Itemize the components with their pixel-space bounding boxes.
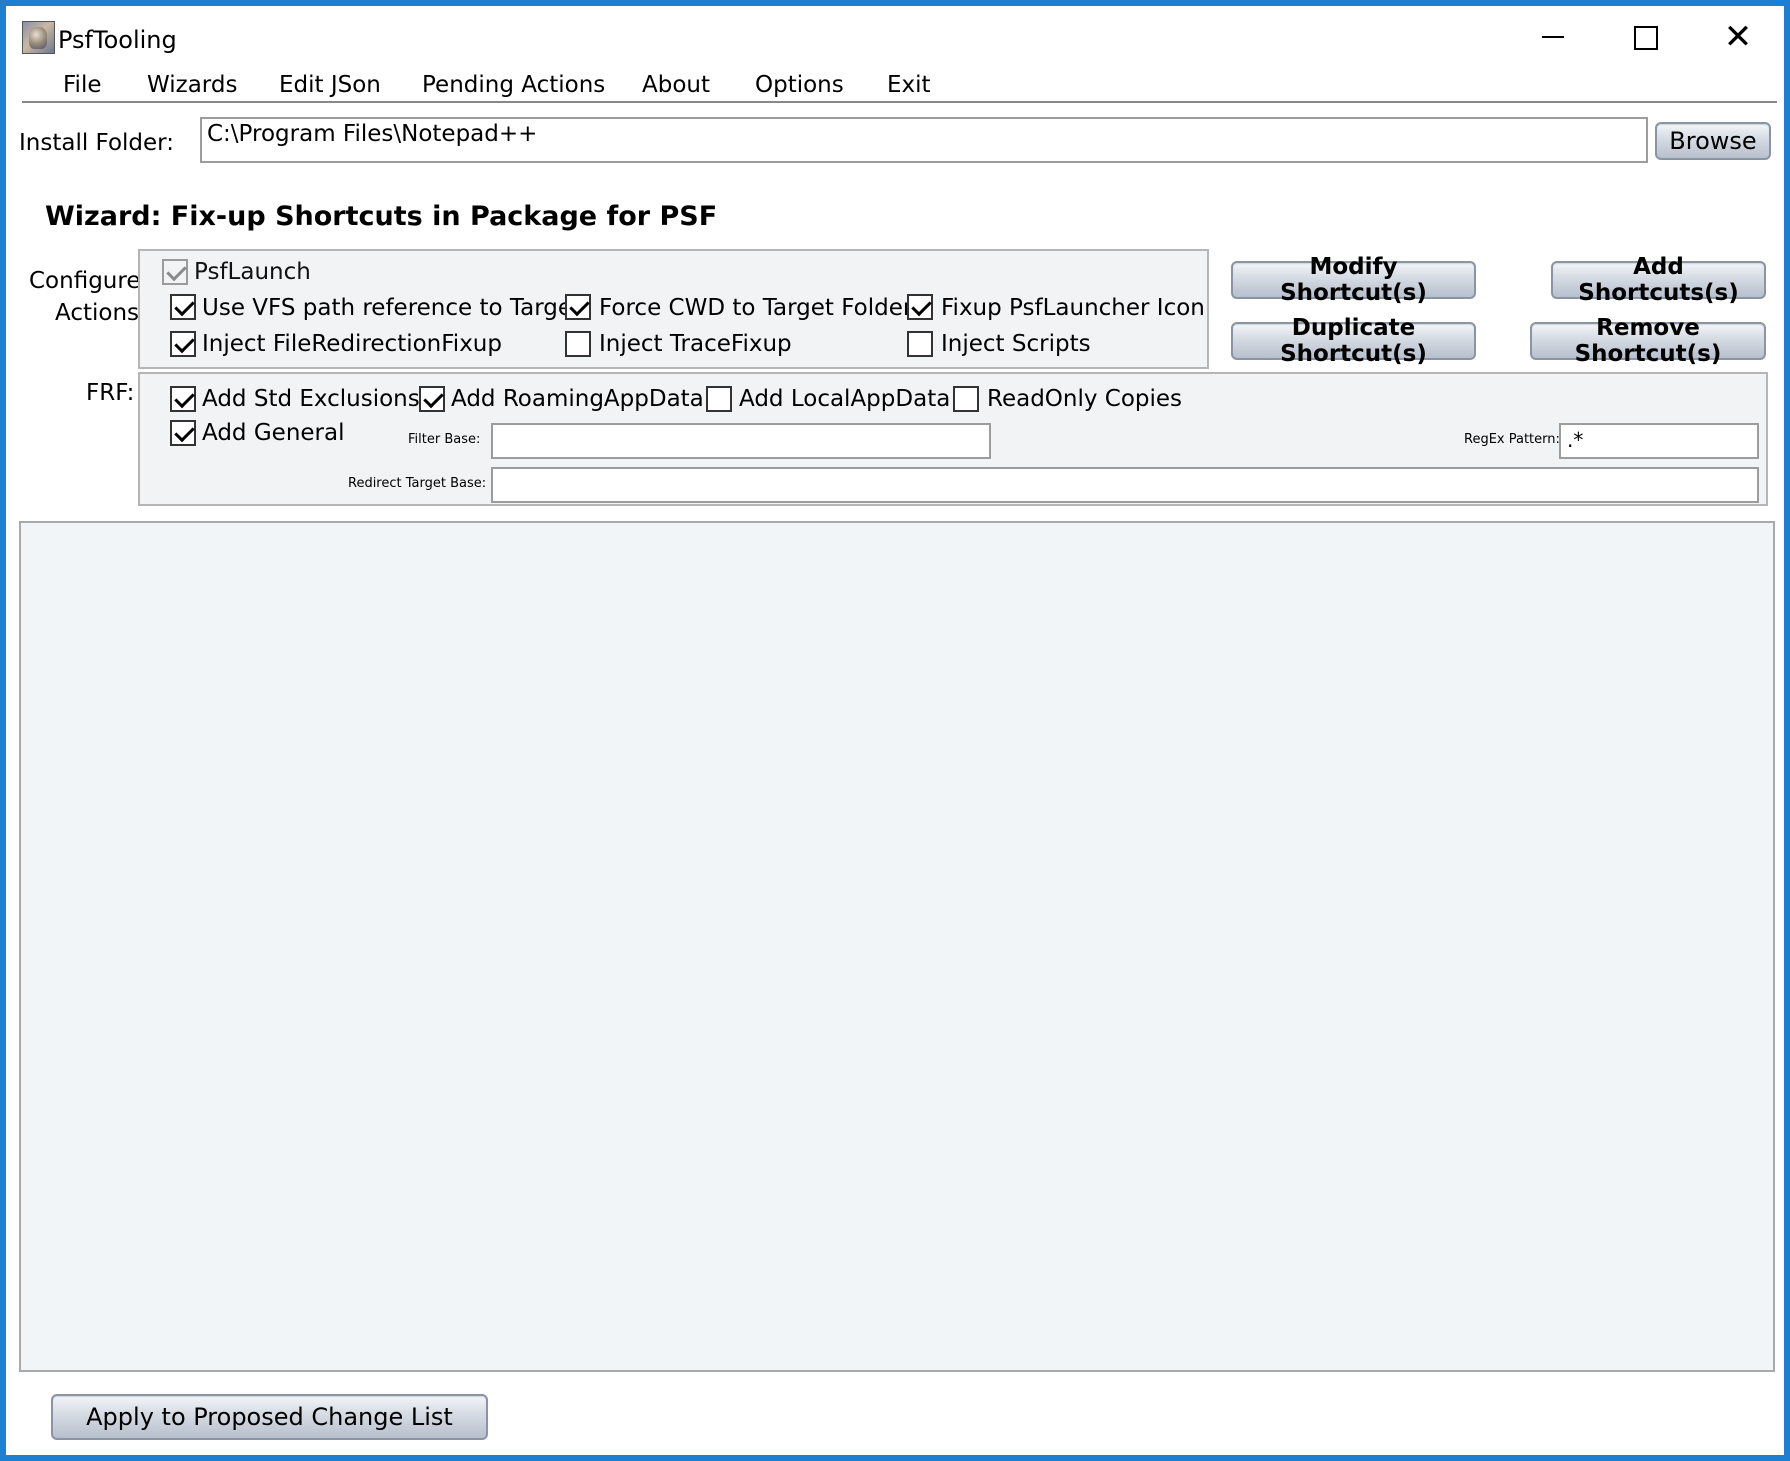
inject-tracefixup-label: Inject TraceFixup — [599, 331, 792, 357]
install-folder-label: Install Folder: — [19, 130, 174, 156]
add-localappdata-label: Add LocalAppData — [739, 386, 951, 412]
psflaunch-label: PsfLaunch — [194, 259, 311, 285]
add-general-checkbox[interactable] — [170, 420, 196, 446]
minimize-button[interactable] — [1509, 6, 1599, 68]
modify-shortcuts-button[interactable]: Modify Shortcut(s) — [1231, 254, 1476, 306]
menu-wizards[interactable]: Wizards — [147, 72, 237, 98]
install-folder-input[interactable]: C:\Program Files\Notepad++ — [200, 117, 1648, 163]
maximize-button[interactable] — [1601, 6, 1691, 68]
menu-file[interactable]: File — [63, 72, 102, 98]
actions-label: Actions: — [55, 300, 147, 326]
readonly-copies-label: ReadOnly Copies — [987, 386, 1183, 412]
menu-options[interactable]: Options — [755, 72, 844, 98]
inject-scripts-label: Inject Scripts — [941, 331, 1091, 357]
app-logo-icon — [22, 21, 55, 54]
window-title: PsfTooling — [58, 26, 177, 54]
filter-base-label: Filter Base: — [408, 432, 481, 447]
add-std-exclusions-checkbox[interactable] — [170, 386, 196, 412]
add-localappdata-checkbox[interactable] — [706, 386, 732, 412]
configure-label: Configure: — [29, 268, 149, 294]
regex-pattern-label: RegEx Pattern: — [1464, 432, 1560, 447]
menu-edit-json[interactable]: Edit JSon — [279, 72, 381, 98]
inject-frf-checkbox[interactable] — [170, 331, 196, 357]
force-cwd-checkbox[interactable] — [565, 294, 591, 320]
close-button[interactable]: ✕ — [1693, 6, 1783, 68]
configure-actions-group: PsfLaunch Use VFS path reference to Targ… — [138, 249, 1209, 369]
menu-about[interactable]: About — [642, 72, 710, 98]
inject-tracefixup-checkbox[interactable] — [565, 331, 591, 357]
add-shortcuts-button[interactable]: Add Shortcuts(s) — [1551, 254, 1766, 306]
use-vfs-path-label: Use VFS path reference to Target — [202, 295, 582, 321]
wizard-title: Wizard: Fix-up Shortcuts in Package for … — [45, 201, 718, 232]
inject-frf-label: Inject FileRedirectionFixup — [202, 331, 502, 357]
fixup-icon-label: Fixup PsfLauncher Icon — [941, 295, 1205, 321]
use-vfs-path-checkbox[interactable] — [170, 294, 196, 320]
inject-scripts-checkbox[interactable] — [907, 331, 933, 357]
readonly-copies-checkbox[interactable] — [953, 386, 979, 412]
shortcuts-list[interactable] — [19, 521, 1775, 1372]
frf-group: Add Std Exclusions Add RoamingAppData Ad… — [138, 372, 1768, 506]
add-roamingappdata-checkbox[interactable] — [419, 386, 445, 412]
filter-base-input[interactable] — [491, 423, 991, 459]
psflaunch-checkbox — [162, 259, 188, 285]
redirect-target-base-label: Redirect Target Base: — [348, 476, 487, 491]
force-cwd-label: Force CWD to Target Folder — [599, 295, 913, 321]
add-roamingappdata-label: Add RoamingAppData — [451, 386, 704, 412]
redirect-target-base-input[interactable] — [491, 467, 1759, 503]
menu-divider — [22, 101, 1777, 103]
browse-button[interactable]: Browse — [1655, 122, 1771, 160]
remove-shortcuts-button[interactable]: Remove Shortcut(s) — [1530, 315, 1766, 367]
app-window: PsfTooling ✕ File Wizards Edit JSon Pend… — [6, 6, 1784, 1455]
frf-label: FRF: — [86, 380, 135, 406]
close-icon: ✕ — [1723, 17, 1753, 57]
add-std-exclusions-label: Add Std Exclusions — [202, 386, 420, 412]
fixup-icon-checkbox[interactable] — [907, 294, 933, 320]
add-general-label: Add General — [202, 420, 345, 446]
menu-exit[interactable]: Exit — [887, 72, 931, 98]
menu-pending-actions[interactable]: Pending Actions — [422, 72, 605, 98]
duplicate-shortcuts-button[interactable]: Duplicate Shortcut(s) — [1231, 315, 1476, 367]
apply-to-change-list-button[interactable]: Apply to Proposed Change List — [51, 1394, 488, 1440]
regex-pattern-input[interactable]: .* — [1559, 423, 1759, 459]
